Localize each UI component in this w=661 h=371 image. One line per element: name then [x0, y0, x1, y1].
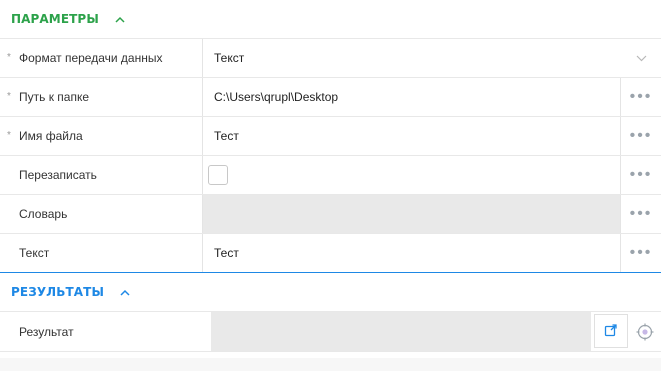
format-dropdown-value: Текст	[214, 51, 245, 65]
panel-bottom	[0, 358, 661, 371]
param-row-format: * Формат передачи данных Текст	[0, 38, 661, 77]
more-dots-icon[interactable]: •••	[621, 234, 661, 272]
folder-path-input[interactable]: C:\Users\qrupl\Desktop	[202, 78, 621, 116]
more-dots-icon[interactable]: •••	[621, 156, 661, 194]
result-label: Результат	[19, 324, 74, 339]
param-label: Словарь	[19, 207, 68, 221]
required-marker: *	[7, 52, 11, 63]
chevron-up-icon[interactable]	[115, 16, 125, 23]
result-row: Результат	[0, 311, 661, 352]
param-label: Имя файла	[19, 129, 83, 143]
filename-input[interactable]: Тест	[202, 117, 621, 155]
required-marker: *	[7, 130, 11, 141]
param-row-filename: * Имя файла Тест •••	[0, 116, 661, 155]
more-dots-icon[interactable]: •••	[621, 117, 661, 155]
chevron-up-icon[interactable]	[120, 289, 130, 296]
param-label: Путь к папке	[19, 90, 90, 104]
param-row-text: Текст Тест •••	[0, 233, 661, 272]
param-label: Формат передачи данных	[19, 51, 163, 65]
results-section-header[interactable]: РЕЗУЛЬТАТЫ	[0, 272, 661, 311]
target-icon[interactable]	[636, 312, 654, 351]
export-icon	[604, 323, 618, 340]
param-label: Текст	[19, 246, 50, 260]
param-label: Перезаписать	[19, 168, 97, 182]
overwrite-field	[202, 156, 621, 194]
results-title: РЕЗУЛЬТАТЫ	[11, 285, 104, 299]
more-dots-icon[interactable]: •••	[621, 78, 661, 116]
param-row-folder: * Путь к папке C:\Users\qrupl\Desktop ••…	[0, 77, 661, 116]
text-input[interactable]: Тест	[202, 234, 621, 272]
more-dots-icon[interactable]: •••	[621, 195, 661, 233]
format-dropdown[interactable]: Текст	[202, 39, 661, 77]
param-row-overwrite: Перезаписать •••	[0, 155, 661, 194]
result-field	[211, 312, 591, 351]
params-title: ПАРАМЕТРЫ	[11, 12, 99, 26]
params-section-header[interactable]: ПАРАМЕТРЫ	[0, 0, 661, 38]
overwrite-checkbox[interactable]	[208, 165, 228, 185]
required-marker: *	[7, 91, 11, 102]
params-section: ПАРАМЕТРЫ * Формат передачи данных Текст…	[0, 0, 661, 272]
dictionary-field	[202, 195, 621, 233]
param-row-dictionary: Словарь •••	[0, 194, 661, 233]
chevron-down-icon[interactable]	[636, 51, 647, 65]
results-section: РЕЗУЛЬТАТЫ Результат	[0, 272, 661, 352]
export-button[interactable]	[594, 314, 628, 348]
